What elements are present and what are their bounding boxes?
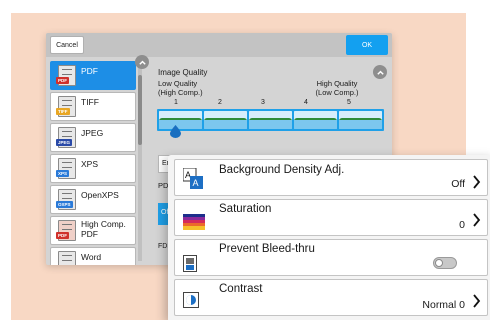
prevent-bleed-icon xyxy=(183,255,197,272)
file-format-label: JPEG xyxy=(81,128,104,138)
quality-level-segment[interactable] xyxy=(294,111,337,129)
contrast-row[interactable]: Contrast Normal 0 xyxy=(174,279,488,316)
file-list-scroll-up-button[interactable] xyxy=(135,55,149,69)
file-format-label: XPS xyxy=(81,159,99,169)
quality-tick-label: 1 xyxy=(174,99,178,106)
quality-level-segment[interactable] xyxy=(339,111,382,129)
file-format-openxps[interactable]: OXPS OpenXPS xyxy=(50,185,136,214)
openxps-file-icon: OXPS xyxy=(56,189,76,210)
file-format-label: High Comp. PDF xyxy=(81,219,126,239)
ok-button[interactable]: OK xyxy=(346,35,388,55)
saturation-icon xyxy=(183,214,205,230)
file-list-scroll-thumb[interactable] xyxy=(138,75,142,145)
svg-text:A: A xyxy=(193,178,199,188)
chevron-up-icon xyxy=(376,70,384,75)
xps-file-icon: XPS xyxy=(56,158,76,179)
slider-handle-drop-icon[interactable] xyxy=(170,125,181,138)
file-format-tiff[interactable]: TIFF TIFF xyxy=(50,92,136,121)
pdf-file-icon: PDF xyxy=(56,65,76,86)
background-density-row[interactable]: A A Background Density Adj. Off xyxy=(174,159,488,196)
file-format-pdf[interactable]: PDF PDF xyxy=(50,61,136,90)
file-format-xps[interactable]: XPS XPS xyxy=(50,154,136,183)
toggle-knob xyxy=(435,259,443,267)
chevron-right-icon xyxy=(473,294,481,308)
file-format-word[interactable]: Word xyxy=(50,247,136,265)
file-format-jpeg[interactable]: JPEG JPEG xyxy=(50,123,136,152)
quality-level-segment[interactable] xyxy=(249,111,292,129)
image-quality-title: Image Quality xyxy=(158,68,208,77)
quality-level-segment[interactable] xyxy=(204,111,247,129)
high-comp-pdf-file-icon: PDF xyxy=(56,220,76,241)
prevent-bleed-toggle[interactable] xyxy=(433,257,457,269)
setting-title: Contrast xyxy=(219,283,263,295)
word-file-icon xyxy=(58,251,76,265)
chevron-right-icon xyxy=(473,213,481,227)
prevent-bleed-thru-row[interactable]: Prevent Bleed-thru xyxy=(174,239,488,276)
saturation-row[interactable]: Saturation 0 xyxy=(174,199,488,236)
file-format-label: TIFF xyxy=(81,97,99,107)
setting-title: Prevent Bleed-thru xyxy=(219,243,315,255)
image-quality-slider[interactable] xyxy=(157,109,384,131)
quality-tick-label: 2 xyxy=(218,99,222,106)
tiff-file-icon: TIFF xyxy=(56,96,76,117)
dialog-top-bar: Cancel OK xyxy=(46,33,392,57)
file-format-list: PDF PDF TIFF TIFF JPEG JPEG XPS XPS OXPS… xyxy=(50,61,142,265)
quality-tick-label: 3 xyxy=(261,99,265,106)
setting-title: Background Density Adj. xyxy=(219,164,345,176)
settings-scroll-up-button[interactable] xyxy=(373,65,387,79)
chevron-right-icon xyxy=(473,175,481,189)
file-format-label: Word xyxy=(81,252,102,262)
file-format-label: PDF xyxy=(81,66,98,76)
jpeg-file-icon: JPEG xyxy=(56,127,76,148)
cancel-button[interactable]: Cancel xyxy=(50,36,84,54)
quality-tick-label: 4 xyxy=(304,99,308,106)
setting-title: Saturation xyxy=(219,203,272,215)
chevron-up-icon xyxy=(138,60,146,65)
setting-value: Off xyxy=(451,178,465,190)
setting-value: Normal 0 xyxy=(422,299,465,311)
file-format-label: OpenXPS xyxy=(81,190,119,200)
image-quality-high-label: High Quality (Low Comp.) xyxy=(315,79,359,97)
quality-tick-label: 5 xyxy=(347,99,351,106)
setting-value: 0 xyxy=(459,219,465,231)
image-settings-panel: A A Background Density Adj. Off Saturati… xyxy=(168,155,490,320)
contrast-icon xyxy=(183,292,199,308)
background-density-icon: A A xyxy=(183,168,203,189)
file-format-high-comp-pdf[interactable]: PDF High Comp. PDF xyxy=(50,216,136,245)
image-quality-low-label: Low Quality (High Comp.) xyxy=(158,79,203,97)
